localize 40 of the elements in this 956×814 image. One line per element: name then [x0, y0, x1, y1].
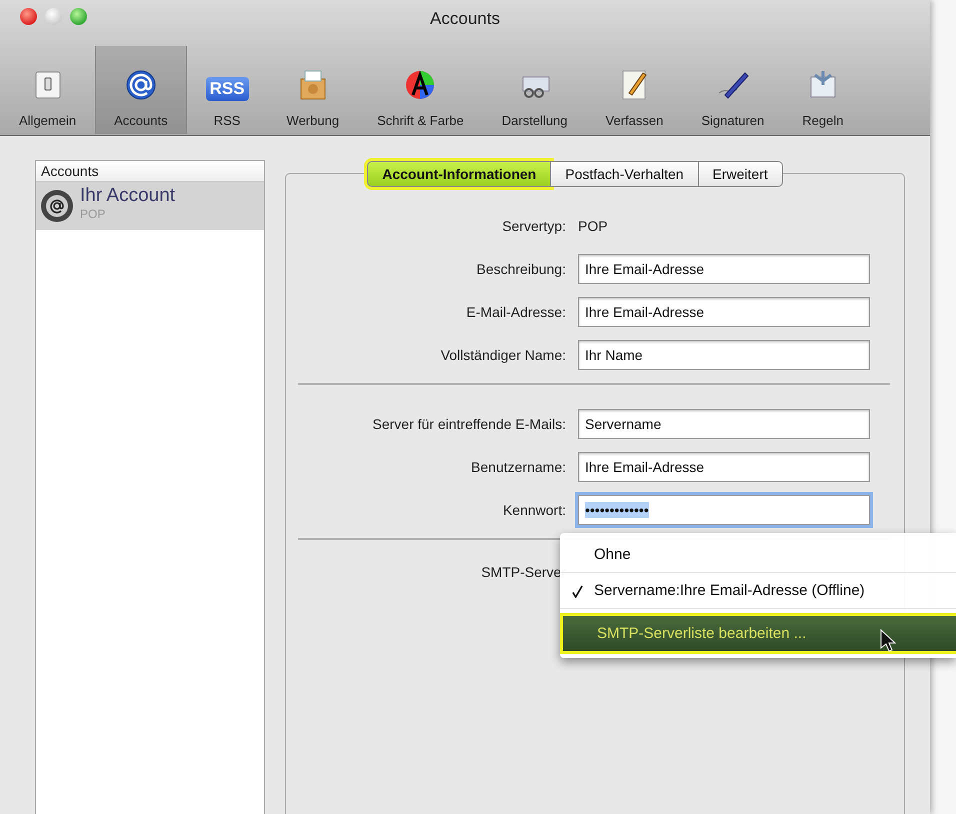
- toolbar-item[interactable]: Allgemein: [0, 46, 96, 134]
- toolbar-item[interactable]: Werbung: [268, 46, 358, 134]
- input-field[interactable]: Servername: [578, 409, 870, 439]
- minimize-button[interactable]: [45, 8, 62, 25]
- tab[interactable]: Account-Informationen: [367, 161, 552, 187]
- server-type: POP: [578, 218, 609, 234]
- field-label: Vollständiger Name:: [440, 347, 566, 363]
- field-label: E-Mail-Adresse:: [465, 304, 566, 320]
- account-item[interactable]: Ihr Account POP: [36, 182, 264, 230]
- window-title: Accounts: [430, 8, 500, 29]
- account-name: Ihr Account: [80, 185, 176, 207]
- input-field[interactable]: •••••••••••••: [578, 495, 870, 525]
- check-icon: [572, 585, 583, 598]
- field-label: Kennwort:: [502, 502, 566, 518]
- input-field[interactable]: Ihre Email-Adresse: [578, 254, 870, 284]
- toolbar-item[interactable]: Regeln: [783, 46, 862, 134]
- toolbar-item[interactable]: RSS RSS: [186, 46, 268, 134]
- field-label: Beschreibung:: [475, 261, 566, 277]
- menu-item[interactable]: SMTP-Serverliste bearbeiten ...: [560, 613, 956, 654]
- input-field[interactable]: Ihre Email-Adresse: [578, 297, 870, 327]
- close-button[interactable]: [20, 8, 37, 25]
- toolbar-item[interactable]: Verfassen: [586, 46, 682, 134]
- zoom-button[interactable]: [70, 8, 87, 25]
- toolbar-item[interactable]: Signaturen: [682, 46, 784, 134]
- toolbar-item[interactable]: Schrift & Farbe: [358, 46, 483, 134]
- field-label: Servertyp:: [501, 218, 566, 234]
- field-label: Benutzername:: [470, 459, 566, 475]
- at-icon: [40, 189, 74, 223]
- cursor-icon: [880, 629, 898, 653]
- toolbar-item[interactable]: Darstellung: [482, 46, 587, 134]
- input-field[interactable]: Ihre Email-Adresse: [578, 452, 870, 482]
- toolbar-item[interactable]: Accounts: [95, 46, 187, 134]
- input-field[interactable]: Ihr Name: [578, 340, 870, 370]
- tab[interactable]: Erweitert: [698, 161, 783, 187]
- field-label: Server für eintreffende E-Mails:: [372, 416, 566, 432]
- account-type: POP: [80, 207, 106, 221]
- menu-item[interactable]: Ohne: [560, 537, 956, 573]
- tab[interactable]: Postfach-Verhalten: [551, 161, 699, 187]
- rss-icon: RSS: [206, 77, 249, 101]
- menu-item[interactable]: Servername:Ihre Email-Adresse (Offline): [560, 573, 956, 609]
